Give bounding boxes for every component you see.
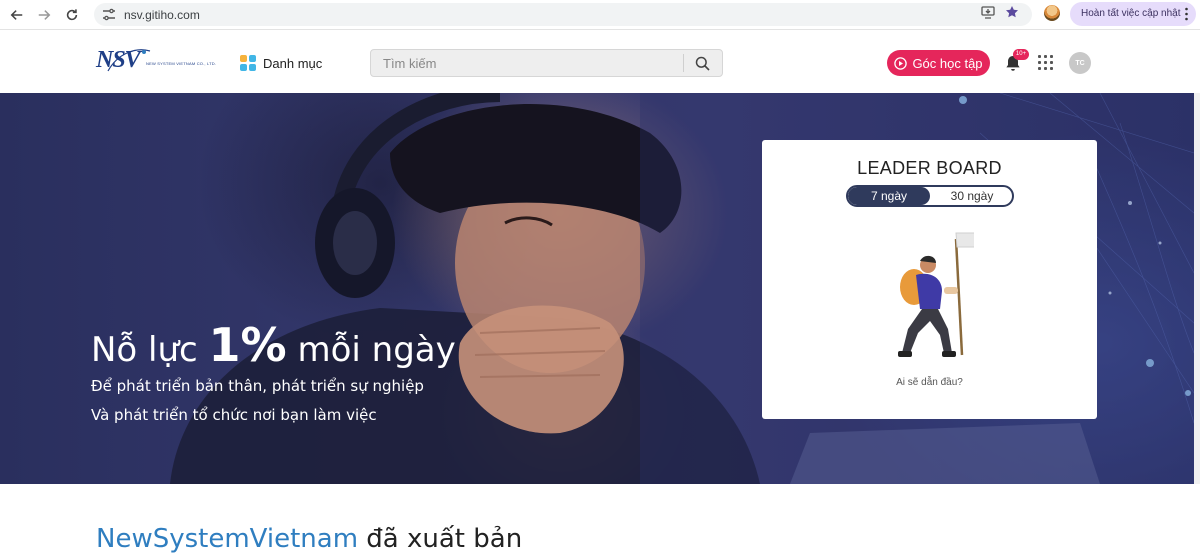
address-bar[interactable]: nsv.gitiho.com	[94, 3, 1032, 26]
hero-banner: Nỗ lực 1% mỗi ngày Để phát triển bản thâ…	[0, 93, 1194, 484]
search-input[interactable]	[371, 50, 683, 76]
study-corner-label: Góc học tập	[912, 55, 983, 71]
url-text[interactable]: nsv.gitiho.com	[124, 8, 200, 22]
climber-illustration	[898, 232, 974, 357]
category-label: Danh mục	[263, 55, 323, 71]
leaderboard-title: LEADER BOARD	[857, 158, 1002, 178]
hero-subtitle-2: Và phát triển tổ chức nơi bạn làm việc	[91, 406, 377, 424]
browser-toolbar: nsv.gitiho.com Hoàn tất việc cập nhật	[0, 0, 1200, 30]
arrow-right-icon	[38, 10, 51, 20]
install-app-button[interactable]	[980, 4, 996, 20]
page-scrollbar[interactable]	[1194, 93, 1200, 484]
hero-title-big: 1%	[208, 318, 287, 372]
site-header: NSV NEW SYSTEM VIETNAM CO., LTD. Danh mụ…	[0, 31, 1200, 93]
apps-grid-button[interactable]	[1038, 55, 1053, 70]
leaderboard-card: LEADER BOARD 7 ngày 30 ngày Ai sẽ dẫn đầ…	[762, 140, 1097, 419]
forward-button[interactable]	[34, 5, 54, 25]
user-avatar[interactable]: TC	[1069, 52, 1091, 74]
search-icon	[695, 56, 710, 71]
play-circle-icon	[894, 56, 908, 70]
logo-company-text: NEW SYSTEM VIETNAM CO., LTD.	[146, 61, 217, 66]
tab-30-days[interactable]: 30 ngày	[932, 187, 1012, 205]
section-heading-rest: đã xuất bản	[358, 524, 523, 554]
search-button[interactable]	[682, 50, 722, 76]
logo-mark: NSV	[96, 47, 141, 73]
back-button[interactable]	[7, 5, 27, 25]
bookmark-button[interactable]	[1004, 4, 1020, 20]
search-box	[370, 49, 723, 77]
study-corner-button[interactable]: Góc học tập	[887, 50, 990, 76]
category-grid-icon	[240, 55, 256, 71]
nsv-logo[interactable]: NSV NEW SYSTEM VIETNAM CO., LTD.	[96, 45, 216, 79]
leaderboard-period-toggle: 7 ngày 30 ngày	[846, 185, 1014, 207]
section-heading-brand: NewSystemVietnam	[96, 524, 359, 554]
install-icon	[981, 6, 995, 19]
section-heading: NewSystemVietnam đã xuất bản	[96, 524, 522, 554]
notification-badge: 10+	[1013, 49, 1029, 60]
reload-button[interactable]	[62, 5, 82, 25]
hero-subtitle-1: Để phát triển bản thân, phát triển sự ng…	[91, 377, 424, 395]
star-icon	[1006, 6, 1018, 18]
category-menu-button[interactable]: Danh mục	[240, 53, 322, 73]
arrow-left-icon	[10, 10, 23, 20]
site-settings-icon[interactable]	[102, 8, 116, 21]
update-button[interactable]: Hoàn tất việc cập nhật	[1070, 2, 1196, 26]
tab-7-days[interactable]: 7 ngày	[848, 187, 930, 205]
browser-profile-avatar[interactable]	[1044, 5, 1060, 21]
notifications-button[interactable]: 10+	[1003, 49, 1029, 73]
leaderboard-question: Ai sẽ dẫn đầu?	[896, 377, 963, 388]
hero-title-part2: mỗi ngày	[286, 330, 456, 370]
reload-icon	[66, 9, 78, 21]
update-label: Hoàn tất việc cập nhật	[1081, 8, 1181, 19]
hero-title: Nỗ lực 1% mỗi ngày	[91, 318, 456, 372]
hero-title-part1: Nỗ lực	[91, 330, 209, 370]
more-vert-icon	[1185, 7, 1188, 21]
